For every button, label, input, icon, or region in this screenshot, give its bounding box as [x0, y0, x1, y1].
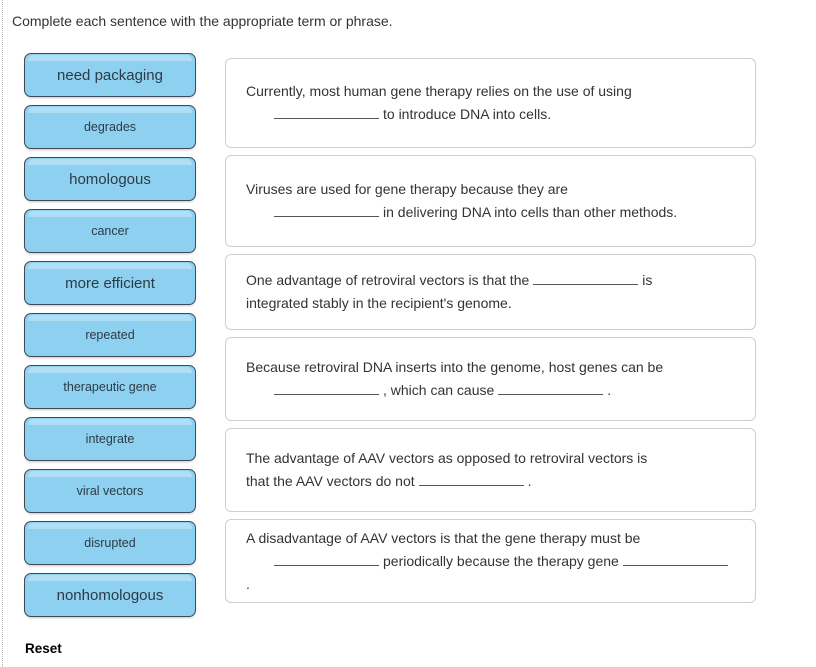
sentence-fragment: Because retroviral DNA inserts into the …	[246, 359, 664, 375]
sentence-list: Currently, most human gene therapy relie…	[225, 58, 756, 610]
answer-blank[interactable]	[622, 550, 728, 566]
word-tile-label: integrate	[85, 431, 135, 446]
sentence-fragment: .	[527, 473, 532, 489]
answer-blank[interactable]	[274, 103, 379, 119]
sentence-box: One advantage of retroviral vectors is t…	[225, 254, 756, 330]
sentence-text: A disadvantage of AAV vectors is that th…	[246, 527, 735, 596]
sentence-fragment: One advantage of retroviral vectors is t…	[246, 272, 530, 288]
word-tile-label: cancer	[91, 223, 129, 238]
word-tile[interactable]: therapeutic gene	[24, 365, 196, 409]
word-tile[interactable]: repeated	[24, 313, 196, 357]
word-tile-label: therapeutic gene	[63, 379, 157, 394]
word-tile[interactable]: homologous	[24, 157, 196, 201]
sentence-text: Currently, most human gene therapy relie…	[246, 80, 632, 126]
sentence-fragment: , which can cause	[383, 382, 495, 398]
sentence-fragment: The advantage of AAV vectors as opposed …	[246, 450, 648, 466]
sentence-box: Currently, most human gene therapy relie…	[225, 58, 756, 148]
sentence-fragment: Viruses are used for gene therapy becaus…	[246, 181, 568, 197]
word-tile[interactable]: more efficient	[24, 261, 196, 305]
word-tile[interactable]: degrades	[24, 105, 196, 149]
sentence-text: The advantage of AAV vectors as opposed …	[246, 447, 647, 493]
sentence-box: Viruses are used for gene therapy becaus…	[225, 155, 756, 247]
word-tile[interactable]: nonhomologous	[24, 573, 196, 617]
answer-blank[interactable]	[533, 269, 639, 285]
sentence-fragment: is	[642, 272, 653, 288]
word-tile-label: disrupted	[84, 535, 136, 550]
sentence-fragment: integrated stably in the recipient's gen…	[246, 295, 512, 311]
word-tile-label: need packaging	[57, 66, 163, 84]
word-tile-label: more efficient	[65, 274, 155, 292]
sentence-fragment: Currently, most human gene therapy relie…	[246, 83, 632, 99]
word-tile-label: homologous	[69, 170, 151, 188]
sentence-fragment: to introduce DNA into cells.	[383, 106, 552, 122]
sentence-box: A disadvantage of AAV vectors is that th…	[225, 519, 756, 603]
answer-blank[interactable]	[418, 470, 524, 486]
word-bank: need packaging degrades homologous cancer mo…	[24, 53, 196, 625]
word-tile-label: nonhomologous	[56, 586, 164, 604]
word-tile[interactable]: need packaging	[24, 53, 196, 97]
page-left-rule	[2, 0, 3, 667]
word-tile[interactable]: integrate	[24, 417, 196, 461]
sentence-box: Because retroviral DNA inserts into the …	[225, 337, 756, 421]
answer-blank[interactable]	[274, 201, 379, 217]
word-tile-label: viral vectors	[76, 483, 144, 498]
answer-blank[interactable]	[274, 550, 379, 566]
word-tile[interactable]: disrupted	[24, 521, 196, 565]
sentence-text: One advantage of retroviral vectors is t…	[246, 269, 652, 315]
instruction-text: Complete each sentence with the appropri…	[12, 13, 393, 29]
word-tile[interactable]: cancer	[24, 209, 196, 253]
sentence-text: Because retroviral DNA inserts into the …	[246, 356, 663, 402]
word-tile-label: degrades	[83, 119, 137, 134]
sentence-fragment: .	[607, 382, 612, 398]
sentence-box: The advantage of AAV vectors as opposed …	[225, 428, 756, 512]
answer-blank[interactable]	[498, 379, 604, 395]
reset-button[interactable]: Reset	[25, 641, 62, 656]
sentence-text: Viruses are used for gene therapy becaus…	[246, 178, 677, 224]
sentence-fragment: periodically because the therapy gene	[383, 552, 619, 569]
sentence-fragment: A disadvantage of AAV vectors is that th…	[246, 529, 641, 546]
word-tile[interactable]: viral vectors	[24, 469, 196, 513]
sentence-fragment: that the AAV vectors do not	[246, 473, 415, 489]
sentence-fragment: in delivering DNA into cells than other …	[383, 204, 678, 220]
word-tile-label: repeated	[85, 327, 135, 342]
sentence-fragment: .	[246, 575, 250, 592]
answer-blank[interactable]	[274, 379, 379, 395]
